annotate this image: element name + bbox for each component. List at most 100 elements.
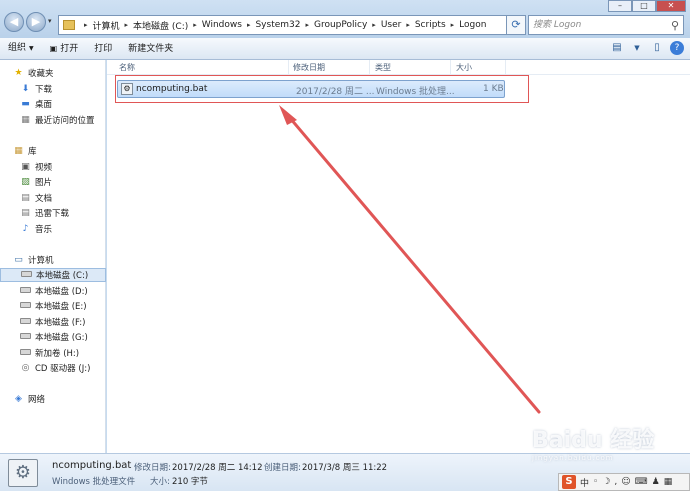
baidu-watermark: Baidu 经验 jingyan.baidu.com xyxy=(532,428,655,462)
breadcrumb-scripts[interactable]: Scripts xyxy=(415,20,446,30)
command-bar: 组织 ▼ ▣ 打开 打印 新建文件夹 ▤ ▼ ▯ ? xyxy=(0,38,690,60)
nav-drive-f[interactable]: 本地磁盘 (F:) xyxy=(0,315,106,329)
breadcrumb-logon[interactable]: Logon xyxy=(459,20,486,30)
view-controls: ▤ ▼ ▯ ? xyxy=(610,41,684,55)
drive-icon xyxy=(20,348,31,358)
file-list: 名称 修改日期 类型 大小 ⚙ ncomputing.bat 2017/2/28… xyxy=(107,60,690,453)
nav-computer[interactable]: ▭ 计算机 xyxy=(0,253,106,267)
annotation-arrow xyxy=(279,105,541,414)
nav-drive-d[interactable]: 本地磁盘 (D:) xyxy=(0,284,106,298)
nav-item-downloads[interactable]: ⬇ 下载 xyxy=(0,82,106,96)
drive-icon xyxy=(20,286,31,296)
back-button[interactable]: ◀ xyxy=(4,12,24,32)
nav-item-pictures[interactable]: ▨ 图片 xyxy=(0,175,106,189)
close-button[interactable]: ✕ xyxy=(656,0,686,12)
details-modified-label: 修改日期: xyxy=(134,463,171,473)
drive-icon xyxy=(20,317,31,327)
breadcrumb-user[interactable]: User xyxy=(381,20,402,30)
nav-libraries[interactable]: ▦ 库 xyxy=(0,144,106,158)
chevron-right-icon[interactable]: ▸ xyxy=(125,21,129,29)
breadcrumb-computer[interactable]: 计算机 xyxy=(93,19,120,32)
address-bar[interactable]: ▸ 计算机 ▸ 本地磁盘 (C:) ▸ Windows ▸ System32 ▸… xyxy=(58,15,518,35)
chevron-right-icon[interactable]: ▸ xyxy=(305,21,309,29)
window-controls: – □ ✕ xyxy=(608,0,686,12)
document-icon: ▤ xyxy=(21,193,30,203)
chevron-down-icon: ▼ xyxy=(29,45,34,52)
refresh-icon: ⟳ xyxy=(511,18,521,31)
details-created-label: 创建日期: xyxy=(264,463,301,473)
chevron-right-icon[interactable]: ▸ xyxy=(193,21,197,29)
search-input[interactable]: 搜索 Logon ⚲ xyxy=(528,15,684,35)
breadcrumb-grouppolicy[interactable]: GroupPolicy xyxy=(314,20,367,30)
nav-favorites[interactable]: ★ 收藏夹 xyxy=(0,66,106,80)
forward-button[interactable]: ▶ xyxy=(26,12,46,32)
comma-icon[interactable]: , xyxy=(614,477,617,487)
punctuation-icon[interactable]: ◦ xyxy=(593,477,598,487)
nav-item-music[interactable]: ♪ 音乐 xyxy=(0,222,106,236)
print-button[interactable]: 打印 xyxy=(86,38,120,60)
minimize-button[interactable]: – xyxy=(608,0,632,12)
new-folder-button[interactable]: 新建文件夹 xyxy=(120,38,181,60)
arrow-shaft xyxy=(288,116,541,414)
chevron-down-icon[interactable]: ▼ xyxy=(630,41,644,55)
chevron-right-icon[interactable]: ▸ xyxy=(451,21,455,29)
skin-icon[interactable]: ♟ xyxy=(652,477,660,487)
breadcrumb-system32[interactable]: System32 xyxy=(255,20,300,30)
recent-pages-icon[interactable]: ▾ xyxy=(48,17,52,25)
moon-icon[interactable]: ☽ xyxy=(602,477,610,487)
nav-item-thunder-downloads[interactable]: ▤ 迅雷下载 xyxy=(0,206,106,220)
nav-drive-c[interactable]: 本地磁盘 (C:) xyxy=(0,268,106,282)
emoji-icon[interactable]: ☺ xyxy=(621,477,630,487)
help-icon[interactable]: ? xyxy=(670,41,684,55)
bat-file-icon: ⚙ xyxy=(8,459,38,487)
ime-toolbar: S 中 ◦ ☽ , ☺ ⌨ ♟ ▦ xyxy=(558,473,690,491)
navigation-pane: ★ 收藏夹 ⬇ 下载 ▬ 桌面 ▦ 最近访问的位置 ▦ 库 ▣ 视频 ▨ 图片 ▤ 文档 ▤ 迅雷… xyxy=(0,60,106,453)
breadcrumb-c-drive[interactable]: 本地磁盘 (C:) xyxy=(133,19,188,32)
chevron-right-icon[interactable]: ▸ xyxy=(247,21,251,29)
refresh-button[interactable]: ⟳ xyxy=(506,15,526,35)
open-button[interactable]: ▣ 打开 xyxy=(42,38,87,60)
drive-icon xyxy=(20,332,31,342)
chevron-right-icon[interactable]: ▸ xyxy=(372,21,376,29)
folder-icon xyxy=(63,20,75,30)
nav-item-videos[interactable]: ▣ 视频 xyxy=(0,160,106,174)
computer-icon: ▭ xyxy=(14,255,23,265)
details-modified-value: 2017/2/28 周二 14:12 xyxy=(172,463,263,473)
breadcrumb-windows[interactable]: Windows xyxy=(202,20,242,30)
details-created-value: 2017/3/8 周三 11:22 xyxy=(302,463,388,473)
network-icon: ◈ xyxy=(15,394,22,404)
view-options-icon[interactable]: ▤ xyxy=(610,41,624,55)
details-size-value: 210 字节 xyxy=(172,477,208,487)
system-drive-icon xyxy=(21,270,32,280)
sogou-logo-icon[interactable]: S xyxy=(562,475,576,489)
search-icon: ⚲ xyxy=(670,19,679,32)
chevron-right-icon[interactable]: ▸ xyxy=(84,21,88,29)
title-bar: ◀ ▶ ▾ ▸ 计算机 ▸ 本地磁盘 (C:) ▸ Windows ▸ Syst… xyxy=(0,0,690,38)
nav-drive-e[interactable]: 本地磁盘 (E:) xyxy=(0,299,106,313)
library-icon: ▦ xyxy=(14,146,23,156)
nav-drive-j[interactable]: ◎ CD 驱动器 (J:) xyxy=(0,361,106,375)
nav-network[interactable]: ◈ 网络 xyxy=(0,392,106,406)
recent-places-icon: ▦ xyxy=(21,115,30,125)
picture-icon: ▨ xyxy=(21,177,30,187)
ime-mode[interactable]: 中 xyxy=(580,476,589,489)
maximize-button[interactable]: □ xyxy=(632,0,656,12)
preview-pane-icon[interactable]: ▯ xyxy=(650,41,664,55)
nav-item-documents[interactable]: ▤ 文档 xyxy=(0,191,106,205)
nav-drive-h[interactable]: 新加卷 (H:) xyxy=(0,346,106,360)
tools-icon[interactable]: ▦ xyxy=(664,477,673,487)
keyboard-icon[interactable]: ⌨ xyxy=(635,477,648,487)
organize-button[interactable]: 组织 ▼ xyxy=(0,37,42,60)
music-icon: ♪ xyxy=(22,224,29,234)
chevron-right-icon[interactable]: ▸ xyxy=(406,21,410,29)
nav-item-recent[interactable]: ▦ 最近访问的位置 xyxy=(0,113,106,127)
nav-item-desktop[interactable]: ▬ 桌面 xyxy=(0,97,106,111)
video-icon: ▣ xyxy=(21,162,30,172)
drive-icon xyxy=(20,301,31,311)
cd-drive-icon: ◎ xyxy=(21,363,30,373)
details-size-label: 大小: xyxy=(150,477,170,487)
bat-file-icon: ▣ xyxy=(49,43,58,53)
folder-icon: ▤ xyxy=(21,208,30,218)
nav-drive-g[interactable]: 本地磁盘 (G:) xyxy=(0,330,106,344)
download-folder-icon: ⬇ xyxy=(21,84,30,94)
